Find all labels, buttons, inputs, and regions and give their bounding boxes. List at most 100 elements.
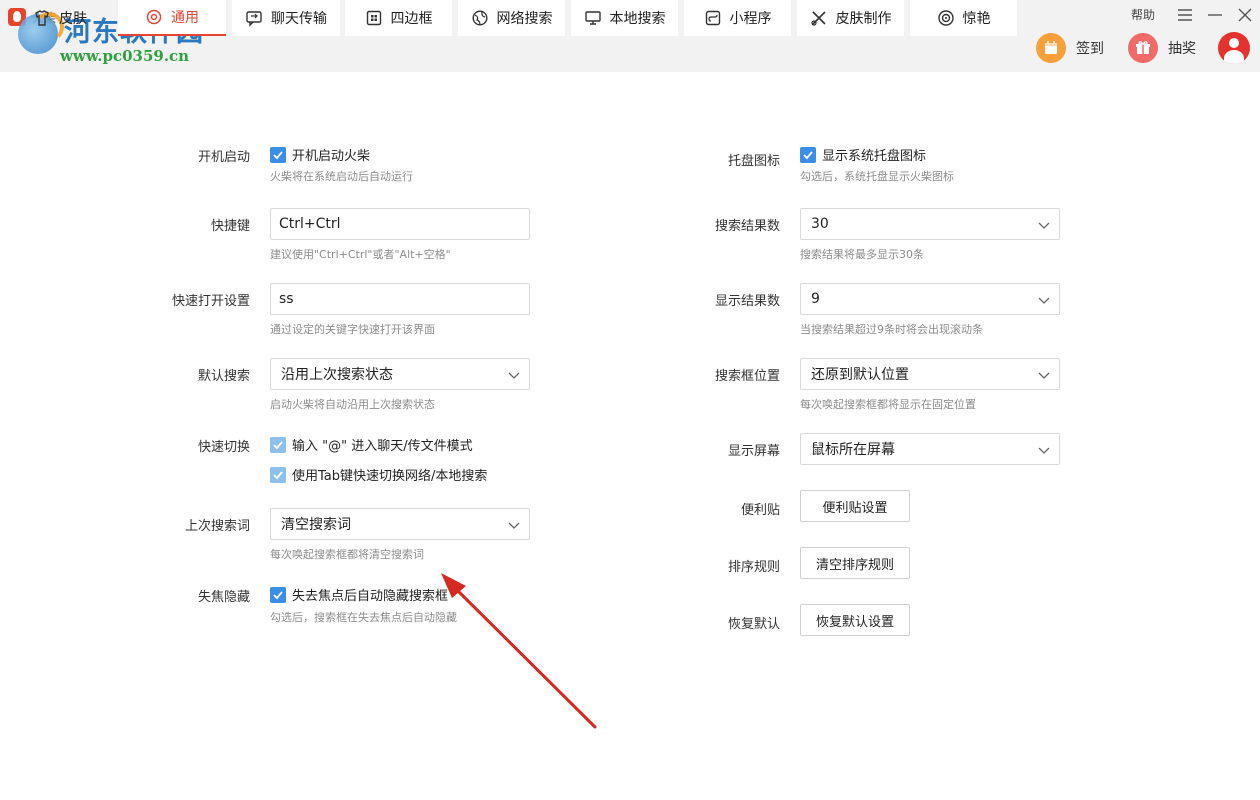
quick-switch-tab-checkbox[interactable]: 使用Tab键快速切换网络/本地搜索 (270, 465, 487, 484)
chevron-down-icon (1037, 443, 1051, 457)
box-position-label: 搜索框位置 (714, 369, 780, 384)
tab-general[interactable]: 通用 (118, 0, 226, 36)
display-screen-select[interactable]: 鼠标所在屏幕 (800, 433, 1060, 465)
signin-button[interactable]: 签到 (1036, 32, 1104, 64)
tab-label: 通用 (171, 10, 199, 26)
tray-checkbox-text: 显示系统托盘图标 (822, 149, 927, 164)
tab-web-search[interactable]: 网络搜索 (458, 0, 565, 36)
close-icon (1238, 8, 1252, 22)
restore-defaults-button[interactable]: 恢复默认设置 (800, 604, 910, 636)
last-term-value: 清空搜索词 (281, 517, 351, 533)
result-count-select[interactable]: 30 (800, 208, 1060, 240)
tray-hint: 勾选后，系统托盘显示火柴图标 (800, 170, 954, 183)
display-count-label: 显示结果数 (714, 294, 780, 309)
tab-chat-transfer[interactable]: 聊天传输 (232, 0, 340, 36)
quick-open-input[interactable] (270, 283, 530, 315)
annotation-arrow (441, 573, 597, 729)
result-count-hint: 搜索结果将最多显示30条 (800, 248, 924, 261)
startup-checkbox-text: 开机启动火柴 (292, 149, 371, 164)
default-search-hint: 启动火柴将自动沿用上次搜索状态 (270, 398, 435, 411)
tab-local-search[interactable]: 本地搜索 (571, 0, 678, 36)
blur-hide-label: 失焦隐藏 (197, 590, 250, 605)
result-count-value: 30 (811, 216, 829, 232)
border-icon (365, 9, 383, 27)
quick-switch-chat-text: 输入 "@" 进入聊天/传文件模式 (292, 439, 473, 454)
mini-program-icon (704, 9, 722, 27)
minimize-button[interactable] (1204, 4, 1226, 26)
gift-icon (1128, 33, 1158, 63)
box-position-hint: 每次唤起搜索框都将显示在固定位置 (800, 398, 976, 411)
tab-label: 皮肤 (59, 11, 87, 27)
web-search-icon (471, 9, 489, 27)
quick-switch-label: 快速切换 (197, 440, 250, 455)
hotkey-input[interactable] (270, 208, 530, 240)
tab-amazing[interactable]: 惊艳 (910, 0, 1017, 36)
blur-hide-checkbox[interactable]: 失去焦点后自动隐藏搜索框 (270, 585, 448, 604)
display-count-value: 9 (811, 291, 820, 307)
chevron-down-icon (1037, 293, 1051, 307)
tab-label: 小程序 (729, 11, 772, 27)
skin-icon (33, 9, 51, 27)
tab-border[interactable]: 四边框 (345, 0, 452, 36)
box-position-value: 还原到默认位置 (811, 367, 909, 383)
startup-label: 开机启动 (197, 150, 250, 165)
last-term-hint: 每次唤起搜索框都将清空搜索词 (270, 548, 424, 561)
tab-label: 网络搜索 (496, 11, 553, 27)
tab-skin-maker[interactable]: 皮肤制作 (797, 0, 904, 36)
result-count-label: 搜索结果数 (714, 219, 780, 234)
menu-button[interactable] (1174, 4, 1196, 26)
skin-maker-icon (810, 9, 828, 27)
menu-icon (1178, 9, 1192, 21)
title-bar: 火柴 河东软件园 www.pc0359.cn 皮肤 通用 聊天传输 四边框 网络… (0, 0, 1260, 72)
quick-switch-tab-text: 使用Tab键快速切换网络/本地搜索 (292, 469, 488, 484)
box-position-select[interactable]: 还原到默认位置 (800, 358, 1060, 390)
display-screen-label: 显示屏幕 (727, 444, 780, 459)
tab-label: 皮肤制作 (835, 11, 892, 27)
chevron-down-icon (1037, 368, 1051, 382)
default-search-select[interactable]: 沿用上次搜索状态 (270, 358, 530, 390)
hotkey-label: 快捷键 (210, 219, 250, 234)
tab-label: 本地搜索 (609, 11, 666, 27)
chevron-down-icon (1037, 218, 1051, 232)
display-screen-value: 鼠标所在屏幕 (811, 442, 895, 458)
tab-skin[interactable]: 皮肤 (4, 0, 116, 36)
last-term-select[interactable]: 清空搜索词 (270, 508, 530, 540)
checkbox-checked-icon (270, 586, 286, 603)
amazing-icon (937, 9, 955, 27)
blur-hide-hint: 勾选后，搜索框在失去焦点后自动隐藏 (270, 611, 457, 624)
quick-open-label: 快速打开设置 (171, 294, 250, 309)
hotkey-hint: 建议使用"Ctrl+Ctrl"或者"Alt+空格" (270, 248, 451, 261)
tab-label: 四边框 (390, 11, 433, 27)
quick-switch-chat-checkbox[interactable]: 输入 "@" 进入聊天/传文件模式 (270, 435, 473, 454)
startup-checkbox[interactable]: 开机启动火柴 (270, 145, 370, 164)
quick-open-hint: 通过设定的关键字快速打开该界面 (270, 323, 435, 336)
checkbox-checked-icon (270, 466, 286, 483)
sticky-settings-button[interactable]: 便利贴设置 (800, 490, 910, 522)
chevron-down-icon (507, 518, 521, 532)
default-search-label: 默认搜索 (197, 369, 250, 384)
minimize-icon (1208, 14, 1222, 16)
sticky-label: 便利贴 (740, 503, 780, 518)
local-search-icon (584, 9, 602, 27)
display-count-select[interactable]: 9 (800, 283, 1060, 315)
help-link[interactable]: 帮助 (1131, 6, 1155, 23)
chevron-down-icon (507, 368, 521, 382)
watermark-url: www.pc0359.cn (60, 47, 190, 65)
checkbox-checked-icon (800, 146, 816, 163)
display-count-hint: 当搜索结果超过9条时将会出现滚动条 (800, 323, 983, 336)
restore-label: 恢复默认 (727, 617, 780, 632)
calendar-icon (1036, 33, 1066, 63)
startup-hint: 火柴将在系统启动后自动运行 (270, 170, 413, 183)
clear-sort-button[interactable]: 清空排序规则 (800, 547, 910, 579)
checkbox-checked-icon (270, 146, 286, 163)
tab-mini-program[interactable]: 小程序 (684, 0, 791, 36)
lottery-label: 抽奖 (1168, 41, 1196, 57)
close-button[interactable] (1234, 4, 1256, 26)
avatar[interactable] (1218, 32, 1250, 64)
lottery-button[interactable]: 抽奖 (1128, 32, 1196, 64)
tab-label: 聊天传输 (271, 11, 327, 27)
general-settings-icon (145, 8, 163, 26)
default-search-value: 沿用上次搜索状态 (281, 367, 393, 383)
signin-label: 签到 (1076, 41, 1104, 57)
tray-checkbox[interactable]: 显示系统托盘图标 (800, 145, 926, 164)
